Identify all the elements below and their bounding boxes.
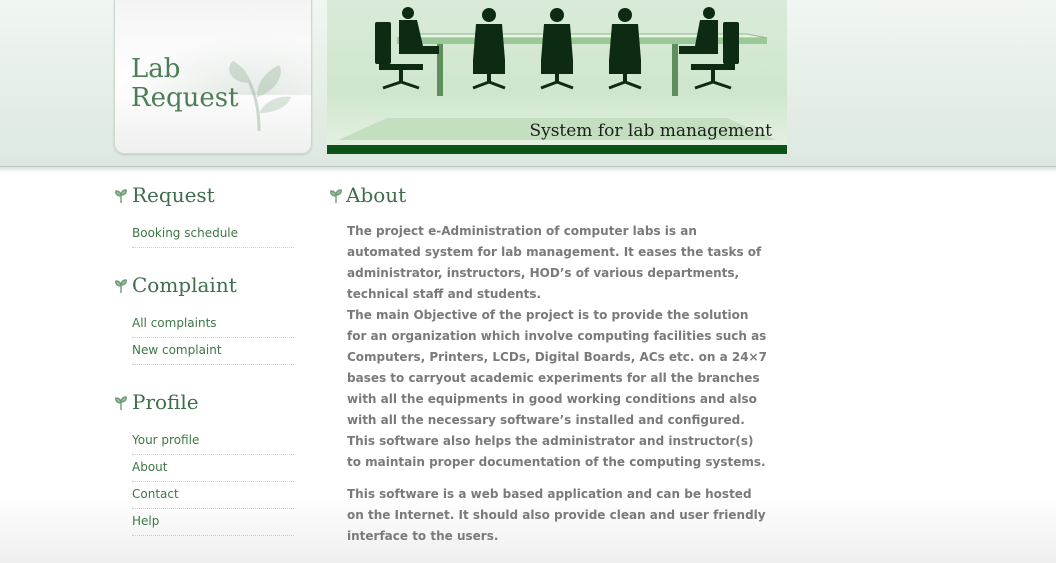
- section-heading-label: Request: [132, 183, 215, 207]
- sidebar-link-your-profile[interactable]: Your profile: [132, 433, 199, 447]
- sidebar-item: Contact: [132, 483, 294, 509]
- sidebar-link-list: Booking schedule: [114, 222, 294, 248]
- site-logo[interactable]: Lab Request: [114, 0, 312, 154]
- about-paragraph-1: The project e-Administration of computer…: [347, 221, 769, 473]
- meeting-illustration: [338, 7, 776, 140]
- logo-line-2: Request: [131, 83, 239, 113]
- page-title: About: [329, 182, 769, 210]
- about-paragraph-1-part-1: The project e-Administration of computer…: [347, 224, 762, 301]
- sidebar-link-new-complaint[interactable]: New complaint: [132, 343, 222, 357]
- sidebar: Request Booking schedule Complaint All c…: [114, 182, 294, 560]
- sidebar-link-about[interactable]: About: [132, 460, 167, 474]
- sidebar-link-all-complaints[interactable]: All complaints: [132, 316, 217, 330]
- about-paragraph-2: This software is a web based application…: [347, 487, 766, 543]
- sidebar-link-help[interactable]: Help: [132, 514, 159, 528]
- section-heading-label: Complaint: [132, 273, 237, 297]
- section-heading: Complaint: [114, 272, 294, 300]
- sprout-icon: [330, 189, 342, 203]
- section-heading: Profile: [114, 389, 294, 417]
- banner-caption: System for lab management: [529, 121, 772, 141]
- section-heading: Request: [114, 182, 294, 210]
- sidebar-section-profile: Profile Your profile About Contact Help: [114, 389, 294, 536]
- sidebar-item: Booking schedule: [132, 222, 294, 248]
- about-paragraph-1-part-2: The main Objective of the project is to …: [347, 308, 767, 469]
- sprout-icon: [115, 396, 127, 410]
- sprout-icon: [115, 279, 127, 293]
- main-content: About The project e-Administration of co…: [329, 182, 769, 558]
- sidebar-section-complaint: Complaint All complaints New complaint: [114, 272, 294, 365]
- sidebar-item: Your profile: [132, 429, 294, 455]
- banner-bar: [327, 145, 787, 154]
- sprout-icon: [115, 189, 127, 203]
- sidebar-item: All complaints: [132, 312, 294, 338]
- sidebar-item: New complaint: [132, 339, 294, 365]
- section-heading-label: Profile: [132, 390, 199, 414]
- sidebar-section-request: Request Booking schedule: [114, 182, 294, 248]
- sidebar-link-list: All complaints New complaint: [114, 312, 294, 365]
- page-title-label: About: [346, 183, 407, 207]
- header-banner: System for lab management: [327, 0, 787, 154]
- sidebar-item: Help: [132, 510, 294, 536]
- sidebar-link-list: Your profile About Contact Help: [114, 429, 294, 536]
- logo-title: Lab Request: [131, 55, 239, 113]
- about-body: The project e-Administration of computer…: [329, 221, 769, 547]
- logo-line-1: Lab: [131, 54, 181, 84]
- sidebar-link-booking-schedule[interactable]: Booking schedule: [132, 226, 238, 240]
- sidebar-link-contact[interactable]: Contact: [132, 487, 179, 501]
- sidebar-item: About: [132, 456, 294, 482]
